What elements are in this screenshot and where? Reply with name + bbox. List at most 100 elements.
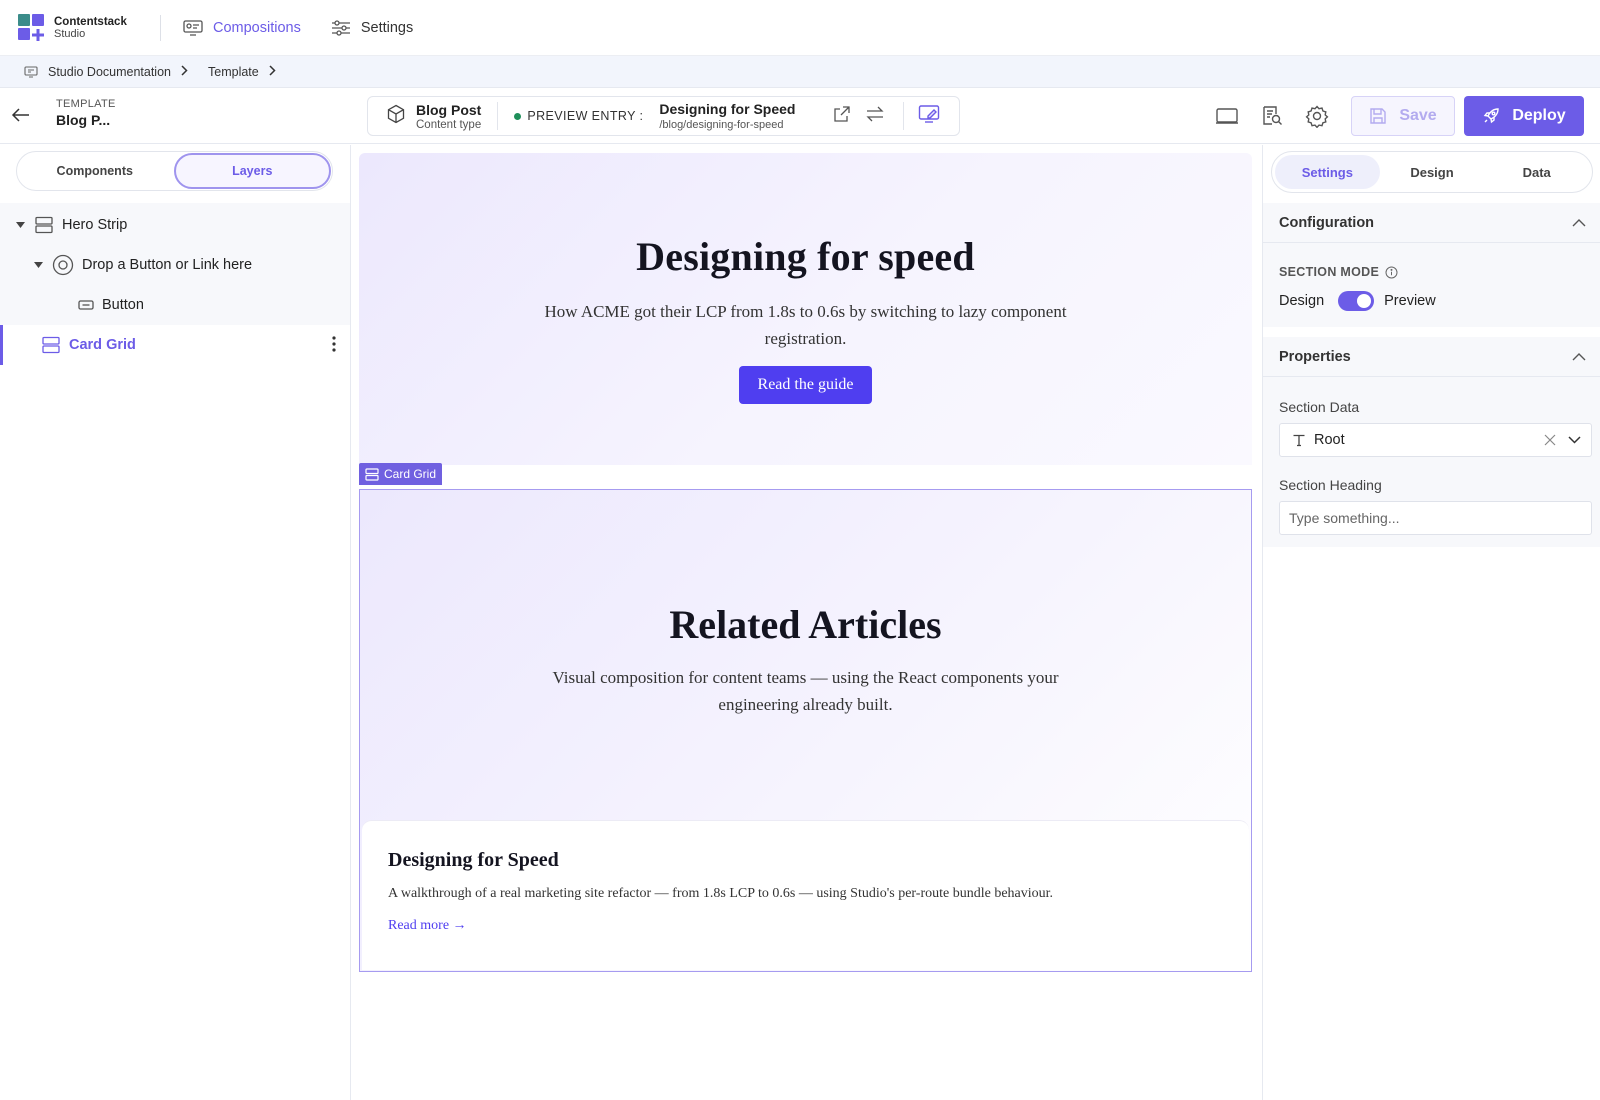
back-button[interactable]: [10, 104, 32, 131]
clear-icon[interactable]: [1544, 434, 1556, 446]
configuration-section: Configuration SECTION MODE Design Previe…: [1263, 203, 1600, 327]
tab-settings[interactable]: Settings: [1275, 155, 1380, 189]
tab-components[interactable]: Components: [18, 153, 172, 189]
layer-button[interactable]: Button: [78, 285, 144, 325]
nav-divider: [160, 14, 161, 41]
preview-entry-title: Designing for Speed: [659, 101, 796, 117]
section-mode-label: SECTION MODE: [1279, 265, 1584, 279]
caret-down-icon[interactable]: [32, 262, 44, 268]
nav-compositions[interactable]: Compositions: [183, 20, 301, 36]
caret-down-icon[interactable]: [14, 222, 26, 228]
configuration-title: Configuration: [1279, 214, 1375, 231]
preview-entry-url: /blog/designing-for-speed: [659, 119, 784, 131]
sliders-icon: [331, 19, 350, 36]
selection-tag: Card Grid: [359, 463, 443, 485]
section-mode-row: Design Preview: [1279, 291, 1584, 311]
section-icon: [34, 216, 54, 234]
content-type-sub: Content type: [416, 118, 482, 131]
preview-entry-card: Blog Post Content type PREVIEW ENTRY : D…: [367, 96, 960, 136]
save-button[interactable]: Save: [1351, 96, 1455, 136]
open-external-icon[interactable]: [833, 105, 851, 128]
divider: [903, 102, 905, 130]
layer-label: Card Grid: [69, 337, 136, 353]
layer-button-slot[interactable]: Drop a Button or Link here: [32, 245, 252, 285]
breadcrumb-item-template[interactable]: Template: [208, 65, 259, 79]
save-label: Save: [1399, 107, 1437, 124]
swap-icon[interactable]: [865, 105, 885, 128]
nav-settings[interactable]: Settings: [331, 20, 413, 36]
chevron-up-icon[interactable]: [1572, 352, 1586, 361]
section-icon: [41, 336, 61, 354]
tab-data[interactable]: Data: [1484, 155, 1589, 189]
device-preview-icon[interactable]: [1215, 106, 1239, 126]
chevron-up-icon[interactable]: [1572, 218, 1586, 227]
properties-header[interactable]: Properties: [1263, 337, 1600, 377]
compositions-icon: [183, 19, 203, 36]
preview-entry-label: PREVIEW ENTRY :: [527, 109, 644, 123]
configuration-header[interactable]: Configuration: [1263, 203, 1600, 243]
right-panel-tabs: Settings Design Data: [1271, 151, 1593, 193]
mode-preview-label: Preview: [1384, 293, 1436, 309]
section-data-value: Root: [1314, 432, 1345, 448]
entry-search-icon[interactable]: [1261, 105, 1283, 127]
layer-card-grid[interactable]: Card Grid: [0, 325, 350, 365]
section-data-select[interactable]: Root: [1279, 423, 1592, 457]
hero-button[interactable]: Read the guide: [738, 366, 873, 404]
hero-title: Designing for speed: [636, 234, 975, 279]
left-panel-tabs: Components Layers: [16, 151, 333, 191]
article-card-excerpt: A walkthrough of a real marketing site r…: [388, 886, 1054, 901]
hero-strip[interactable]: Designing for speed How ACME got their L…: [359, 153, 1252, 465]
hero-subtitle: How ACME got their LCP from 1.8s to 0.6s…: [544, 302, 1067, 348]
card-grid-subtitle: Visual composition for content teams — u…: [552, 668, 1059, 714]
properties-section: Properties Section Data Root Section Hea…: [1263, 337, 1600, 547]
article-card[interactable]: Designing for Speed A walkthrough of a r…: [362, 820, 1249, 970]
deploy-button[interactable]: Deploy: [1464, 96, 1584, 136]
info-icon[interactable]: [1385, 266, 1398, 279]
tab-design[interactable]: Design: [1380, 155, 1485, 189]
tab-layers[interactable]: Layers: [173, 153, 331, 189]
nav-compositions-label: Compositions: [213, 19, 301, 36]
more-vertical-icon[interactable]: [332, 336, 336, 356]
layers-tree: Hero Strip Drop a Button or Link here Bu…: [0, 203, 350, 365]
section-mode-toggle[interactable]: [1338, 291, 1375, 311]
template-kicker: TEMPLATE: [56, 98, 116, 110]
slot-icon: [52, 254, 74, 276]
section-icon: [365, 467, 379, 481]
composition-icon: [24, 65, 38, 78]
section-mode-text: SECTION MODE: [1279, 265, 1380, 279]
breadcrumb: Studio Documentation Template: [0, 56, 1600, 88]
chevron-right-icon: [269, 64, 286, 79]
breadcrumb-item-studio-documentation[interactable]: Studio Documentation: [48, 65, 171, 79]
toolbar-actions: Save Deploy: [1215, 96, 1584, 136]
preview-entry[interactable]: Designing for Speed /blog/designing-for-…: [659, 101, 795, 131]
content-type-name: Blog Post: [416, 101, 482, 118]
selection-tag-label: Card Grid: [384, 467, 437, 481]
status-dot: [514, 112, 522, 120]
card-grid-section[interactable]: Related Articles Visual composition for …: [359, 489, 1252, 972]
top-nav: Contentstack Studio Compositions Setting…: [0, 0, 1600, 56]
gear-icon[interactable]: [1305, 104, 1329, 128]
layer-hero-strip[interactable]: Hero Strip: [14, 205, 127, 245]
visual-edit-icon[interactable]: [918, 104, 940, 129]
app-logo[interactable]: Contentstack Studio: [18, 13, 160, 42]
template-name: Blog P...: [56, 112, 111, 128]
left-panel: Components Layers Hero Strip Drop a Butt…: [0, 145, 351, 1100]
chevron-down-icon[interactable]: [1568, 436, 1581, 444]
mode-design-label: Design: [1279, 293, 1325, 309]
layer-label: Drop a Button or Link here: [82, 257, 253, 273]
button-icon: [78, 299, 94, 311]
divider: [497, 102, 499, 130]
template-info: TEMPLATE Blog P...: [56, 98, 116, 128]
content-type[interactable]: Blog Post Content type: [416, 102, 481, 131]
preview-canvas: Designing for speed How ACME got their L…: [351, 145, 1262, 1100]
layer-label: Button: [102, 297, 144, 313]
properties-title: Properties: [1279, 348, 1351, 365]
read-more-link[interactable]: Read more →: [388, 918, 1249, 934]
section-data-label: Section Data: [1279, 399, 1360, 415]
article-card-title: Designing for Speed: [388, 849, 559, 871]
deploy-label: Deploy: [1512, 107, 1566, 124]
section-heading-input[interactable]: [1279, 501, 1592, 535]
brand-name: Contentstack: [54, 15, 127, 28]
layer-label: Hero Strip: [62, 217, 128, 233]
text-type-icon: [1292, 433, 1306, 447]
